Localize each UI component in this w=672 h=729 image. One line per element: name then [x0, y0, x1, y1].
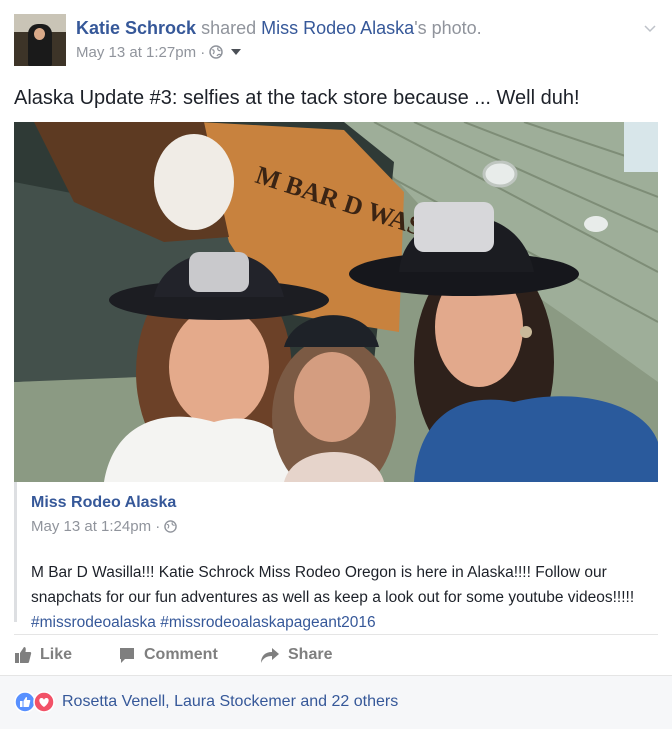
audience-dropdown-icon[interactable]: [230, 41, 242, 63]
comment-icon: [118, 646, 144, 664]
shared-suffix: 's photo.: [414, 18, 482, 38]
like-reaction-icon: [14, 691, 36, 713]
globe-icon[interactable]: [209, 44, 224, 66]
shared-word: shared: [196, 18, 262, 38]
post-header-text: Katie Schrock shared Miss Rodeo Alaska's…: [76, 16, 482, 66]
shared-page-link[interactable]: Miss Rodeo Alaska: [261, 18, 414, 38]
meta-separator: ·: [196, 44, 210, 61]
shared-timestamp[interactable]: May 13 at 1:24pm: [31, 518, 151, 535]
post-header: Katie Schrock shared Miss Rodeo Alaska's…: [14, 14, 656, 74]
like-label: Like: [40, 646, 73, 663]
post-meta-line: May 13 at 1:27pm ·: [76, 41, 482, 66]
comment-button[interactable]: Comment: [118, 641, 218, 669]
shared-post-text: M Bar D Wasilla!!! Katie Schrock Miss Ro…: [31, 564, 635, 606]
author-avatar[interactable]: [14, 14, 66, 66]
comment-label: Comment: [144, 646, 218, 663]
like-button[interactable]: Like: [14, 641, 72, 669]
selfie-photo-illustration: M BAR D WASILLA: [14, 122, 658, 482]
reactions-bar: Rosetta Venell, Laura Stockemer and 22 o…: [0, 675, 672, 729]
post-timestamp[interactable]: May 13 at 1:27pm: [76, 44, 196, 61]
thumbs-up-icon: [14, 646, 40, 664]
shared-hashtags[interactable]: #missrodeoalaska #missrodeoalaskapageant…: [31, 610, 651, 635]
post-action-bar: Like Comment Share: [14, 639, 658, 671]
reactions-summary-link[interactable]: Rosetta Venell, Laura Stockemer and 22 o…: [62, 691, 398, 713]
author-name-link[interactable]: Katie Schrock: [76, 18, 196, 38]
shared-post-content: Miss Rodeo Alaska May 13 at 1:24pm · M B…: [31, 492, 651, 635]
reaction-icons[interactable]: [14, 691, 58, 713]
post-photo[interactable]: M BAR D WASILLA: [14, 122, 658, 482]
share-label: Share: [288, 646, 333, 663]
facebook-post: Katie Schrock shared Miss Rodeo Alaska's…: [0, 0, 672, 729]
love-reaction-icon: [33, 691, 55, 713]
shared-globe-icon[interactable]: [164, 518, 178, 540]
post-status-text: Alaska Update #3: selfies at the tack st…: [14, 87, 580, 109]
shared-post-box: Miss Rodeo Alaska May 13 at 1:24pm · M B…: [14, 482, 661, 631]
shared-meta-separator: ·: [151, 518, 165, 535]
actions-divider: [14, 634, 658, 635]
shared-page-name-link[interactable]: Miss Rodeo Alaska: [31, 492, 651, 514]
shared-meta-line: May 13 at 1:24pm ·: [31, 516, 651, 540]
share-arrow-icon: [260, 646, 288, 664]
post-options-chevron-icon[interactable]: [644, 20, 656, 33]
post-title-line: Katie Schrock shared Miss Rodeo Alaska's…: [76, 16, 482, 40]
share-button[interactable]: Share: [260, 641, 332, 669]
